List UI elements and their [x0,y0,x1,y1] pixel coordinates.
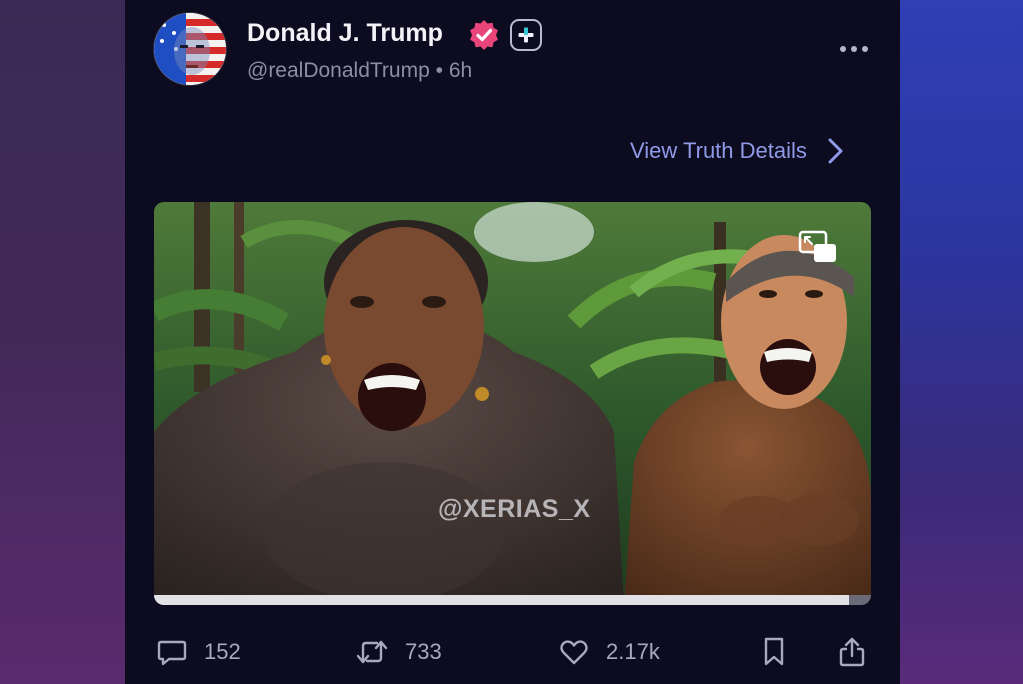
author-name[interactable]: Donald J. Trump [247,19,443,48]
pip-icon[interactable] [798,230,838,264]
more-icon[interactable] [837,36,871,62]
reply-icon [157,640,187,666]
author-avatar[interactable] [154,13,226,85]
page-background-right [900,0,1023,684]
verified-icon [470,20,498,50]
bookmark-icon [764,637,784,666]
heart-icon [560,640,588,665]
post-time: 6h [448,59,473,82]
truth-post-card: Donald J. Trump @realDonaldTrump • 6h Vi… [125,0,900,684]
like-button[interactable]: 2.17k [558,630,660,674]
chevron-right-icon [828,138,843,164]
video-player[interactable]: @XERIAS_X [154,202,871,605]
video-watermark: @XERIAS_X [438,495,591,523]
author-meta: @realDonaldTrump • 6h [247,59,472,83]
video-frame [154,202,871,605]
page-background-left [0,0,125,684]
share-icon [839,637,865,667]
author-handle[interactable]: @realDonaldTrump [247,59,430,82]
video-progress-fill [154,595,850,605]
retruth-icon [356,640,388,664]
meta-separator: • [435,59,443,82]
reply-button[interactable]: 152 [156,630,241,674]
view-truth-details-label: View Truth Details [630,138,807,163]
post-actions: 152 733 2.17k [125,630,900,674]
view-truth-details-link[interactable]: View Truth Details [630,136,847,166]
video-progress-bar[interactable] [154,595,871,605]
share-button[interactable] [837,630,867,674]
plus-icon [510,19,542,51]
like-count: 2.17k [606,639,660,664]
bookmark-button[interactable] [761,630,787,674]
retruth-count: 733 [405,639,442,664]
reply-count: 152 [204,639,241,664]
retruth-button[interactable]: 733 [355,630,442,674]
